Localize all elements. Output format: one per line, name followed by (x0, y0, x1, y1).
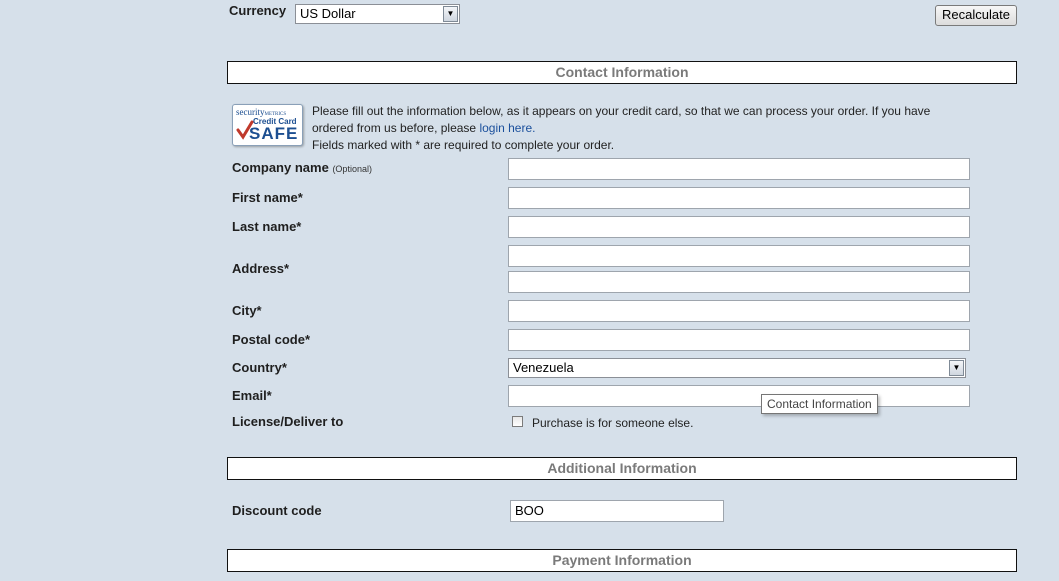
login-link[interactable]: login here (479, 121, 532, 135)
email-label: Email* (232, 388, 272, 403)
intro-line-2-suffix: . (532, 121, 536, 135)
payment-information-header: Payment Information (227, 549, 1017, 572)
city-label: City* (232, 303, 262, 318)
optional-note: (Optional) (332, 164, 372, 174)
intro-line-1: Please fill out the information below, a… (312, 104, 931, 118)
last-name-input[interactable] (508, 216, 970, 238)
intro-line-3: Fields marked with * are required to com… (312, 138, 615, 152)
first-name-input[interactable] (508, 187, 970, 209)
additional-information-header: Additional Information (227, 457, 1017, 480)
currency-select[interactable]: US Dollar ▼ (295, 4, 460, 24)
address-label: Address* (232, 261, 290, 276)
discount-code-label: Discount code (232, 503, 322, 518)
postal-code-label: Postal code* (232, 332, 311, 347)
company-name-label-text: Company name (232, 160, 329, 175)
intro-line-2-prefix: ordered from us before, please (312, 121, 480, 135)
purchase-for-someone-else-checkbox[interactable] (512, 416, 523, 427)
intro-line-2: ordered from us before, please login her… (312, 120, 1012, 137)
country-label: Country* (232, 360, 287, 375)
postal-code-input[interactable] (508, 329, 970, 351)
discount-code-input[interactable]: BOO (510, 500, 724, 522)
country-selected-value: Venezuela (513, 360, 574, 375)
badge-brand: securityMETRICS (236, 107, 286, 117)
badge-brand-text: security (236, 107, 265, 117)
email-input[interactable] (508, 385, 970, 407)
company-name-label: Company name (Optional) (232, 160, 372, 175)
first-name-label: First name* (232, 190, 303, 205)
country-select[interactable]: Venezuela ▼ (508, 358, 966, 378)
security-metrics-badge: securityMETRICS Credit Card SAFE (232, 104, 303, 146)
currency-label: Currency (229, 3, 287, 18)
recalculate-button[interactable]: Recalculate (935, 5, 1017, 26)
purchase-for-someone-else-label[interactable]: Purchase is for someone else. (532, 416, 693, 430)
checkmark-icon (236, 120, 254, 140)
city-input[interactable] (508, 300, 970, 322)
company-name-input[interactable] (508, 158, 970, 180)
contact-information-header: Contact Information (227, 61, 1017, 84)
currency-selected-value: US Dollar (300, 6, 356, 21)
last-name-label: Last name* (232, 219, 302, 234)
license-deliver-label: License/Deliver to (232, 414, 344, 429)
chevron-down-icon[interactable]: ▼ (443, 6, 458, 22)
badge-safe: SAFE (249, 124, 299, 143)
chevron-down-icon[interactable]: ▼ (949, 360, 964, 376)
intro-text: Please fill out the information below, a… (312, 103, 1012, 154)
contact-information-tooltip: Contact Information (761, 394, 878, 414)
address-line-2-input[interactable] (508, 271, 970, 293)
address-line-1-input[interactable] (508, 245, 970, 267)
